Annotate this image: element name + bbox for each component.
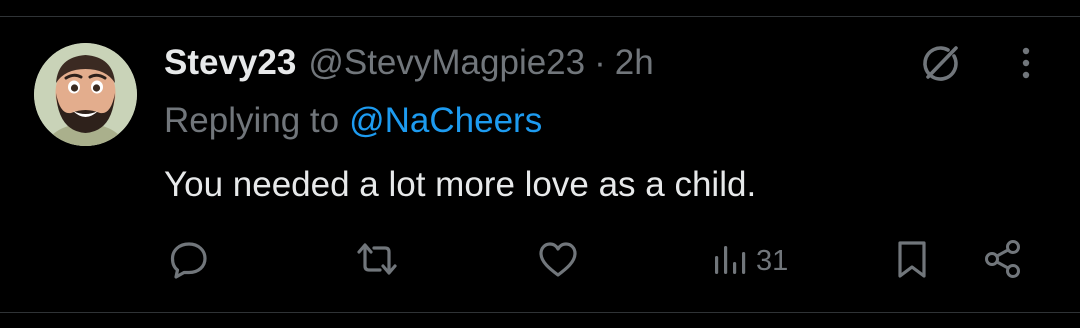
retweet-button[interactable] xyxy=(354,236,400,286)
tweet-time[interactable]: 2h xyxy=(615,43,654,83)
reply-button[interactable] xyxy=(168,236,210,286)
replying-to-label: Replying to xyxy=(164,101,340,140)
author-display-name[interactable]: Stevy23 xyxy=(164,43,296,83)
share-icon xyxy=(982,238,1024,285)
bookmark-icon xyxy=(893,238,931,285)
heart-icon xyxy=(536,238,580,285)
replying-to: Replying to @NaCheers xyxy=(164,96,542,146)
views-icon xyxy=(712,238,748,285)
share-button[interactable] xyxy=(982,236,1024,286)
avatar[interactable] xyxy=(34,43,137,146)
retweet-icon xyxy=(354,238,400,285)
more-icon xyxy=(1021,45,1031,86)
author-handle[interactable]: @StevyMagpie23 xyxy=(308,43,585,83)
grok-icon xyxy=(919,41,963,90)
top-divider xyxy=(0,16,1080,17)
views-button[interactable]: 31 xyxy=(712,236,788,286)
separator-dot: · xyxy=(594,43,606,82)
views-count: 31 xyxy=(756,244,789,277)
tweet-text: You needed a lot more love as a child. xyxy=(164,165,757,204)
more-options-button[interactable] xyxy=(1006,42,1046,88)
tweet-header: Stevy23 @StevyMagpie23 · 2h xyxy=(164,38,654,88)
grok-button[interactable] xyxy=(916,42,966,88)
bookmark-button[interactable] xyxy=(893,236,931,286)
bottom-divider xyxy=(0,312,1080,313)
replying-to-handle[interactable]: @NaCheers xyxy=(349,101,542,141)
like-button[interactable] xyxy=(536,236,580,286)
reply-icon xyxy=(168,238,210,285)
